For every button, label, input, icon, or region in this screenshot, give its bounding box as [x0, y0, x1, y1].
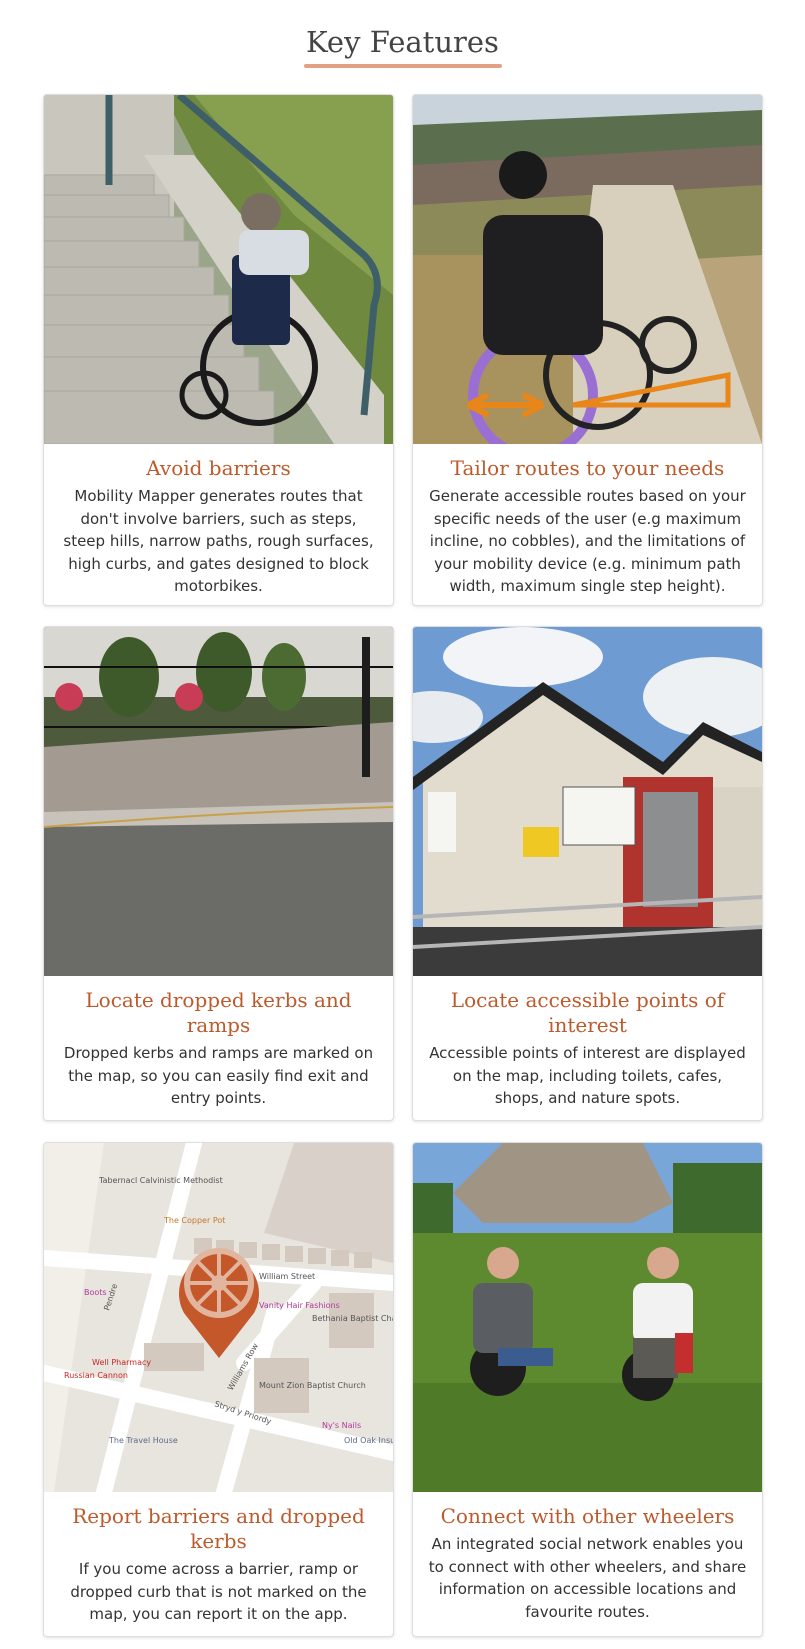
section-title: Key Features: [306, 25, 499, 59]
feature-description: Dropped kerbs and ramps are marked on th…: [63, 1044, 374, 1107]
wheelchair-at-steps-image: [44, 95, 393, 444]
feature-card-connect-wheelers: Connect with other wheelers An integrate…: [412, 1142, 763, 1637]
svg-text:Tabernacl Calvinistic Methodis: Tabernacl Calvinistic Methodist: [98, 1176, 223, 1185]
map-label: William Street: [259, 1272, 315, 1281]
accessible-toilet-block-image: [413, 627, 762, 976]
feature-title: Tailor routes to your needs: [450, 456, 725, 480]
feature-description: Generate accessible routes based on your…: [429, 487, 746, 595]
map-with-wheel-pin-image: William Street Stryd y Priordy Williams …: [44, 1143, 393, 1492]
feature-card-report-barriers: William Street Stryd y Priordy Williams …: [43, 1142, 394, 1637]
feature-title: Avoid barriers: [146, 456, 291, 480]
feature-card-tailor-routes: Tailor routes to your needs Generate acc…: [412, 94, 763, 606]
wheelchair-on-hill-path-image: [413, 95, 762, 444]
svg-text:Vanity Hair Fashions: Vanity Hair Fashions: [259, 1301, 340, 1310]
section-header: Key Features: [0, 22, 805, 62]
svg-text:Bethania Baptist Chapel: Bethania Baptist Chapel: [312, 1314, 393, 1323]
svg-text:Boots: Boots: [84, 1288, 107, 1297]
feature-title: Locate accessible points of interest: [450, 988, 725, 1037]
feature-title: Connect with other wheelers: [440, 1504, 735, 1528]
dropped-kerb-image: [44, 627, 393, 976]
feature-title: Locate dropped kerbs and ramps: [85, 988, 352, 1037]
feature-description: Accessible points of interest are displa…: [429, 1044, 746, 1107]
feature-card-points-of-interest: Locate accessible points of interest Acc…: [412, 626, 763, 1121]
feature-card-dropped-kerbs: Locate dropped kerbs and ramps Dropped k…: [43, 626, 394, 1121]
feature-card-avoid-barriers: Avoid barriers Mobility Mapper generates…: [43, 94, 394, 606]
svg-text:Old Oak Insurance: Old Oak Insurance: [344, 1436, 393, 1445]
svg-text:The Copper Pot: The Copper Pot: [163, 1216, 225, 1225]
svg-text:Well Pharmacy: Well Pharmacy: [92, 1358, 151, 1367]
title-underline: [304, 64, 502, 68]
svg-text:Ny's Nails: Ny's Nails: [322, 1421, 361, 1430]
feature-title: Report barriers and dropped kerbs: [72, 1504, 365, 1553]
two-wheelers-fist-bump-image: [413, 1143, 762, 1492]
feature-description: Mobility Mapper generates routes that do…: [63, 487, 374, 595]
feature-description: If you come across a barrier, ramp or dr…: [70, 1560, 367, 1623]
svg-text:The Travel House: The Travel House: [108, 1436, 178, 1445]
feature-description: An integrated social network enables you…: [428, 1535, 747, 1621]
svg-text:Russian Cannon: Russian Cannon: [64, 1371, 128, 1380]
svg-text:Mount Zion Baptist Church: Mount Zion Baptist Church: [259, 1381, 366, 1390]
